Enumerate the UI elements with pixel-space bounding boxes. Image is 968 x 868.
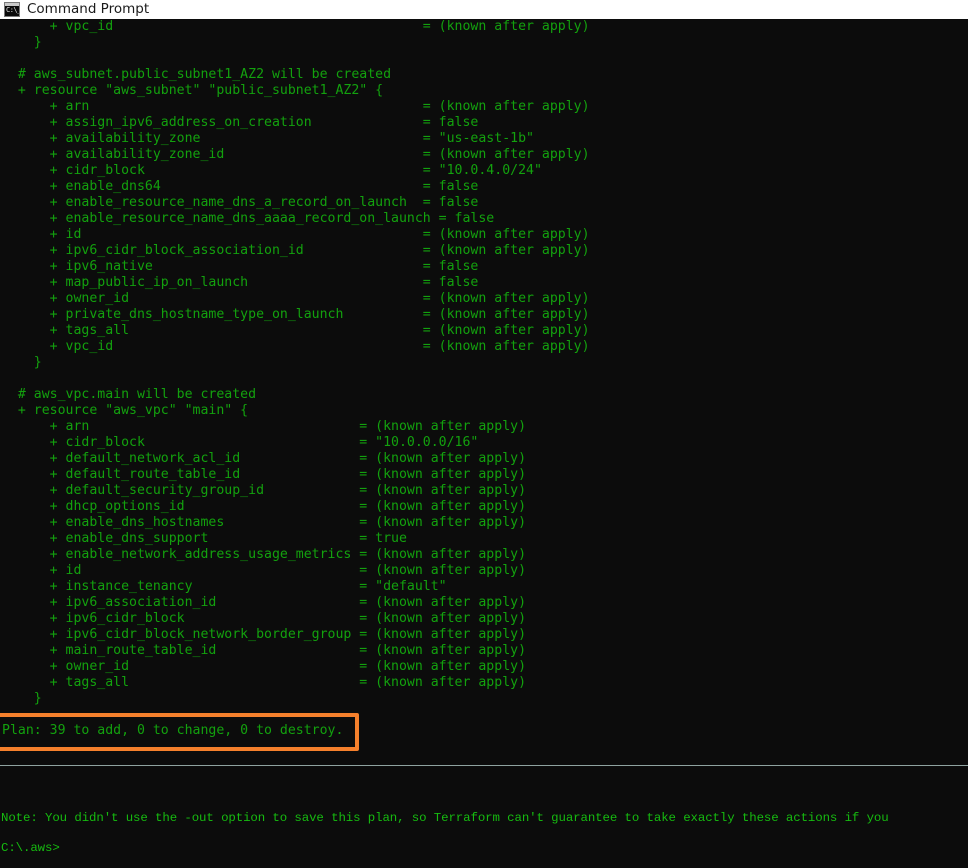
terminal-line: + availability_zone = "us-east-1b" — [2, 131, 534, 146]
terminal-line: + owner_id = (known after apply) — [2, 291, 590, 306]
terminal-line: + default_network_acl_id = (known after … — [2, 451, 527, 466]
terraform-note-line: Note: You didn't use the -out option to … — [1, 811, 889, 825]
terminal-line: + default_route_table_id = (known after … — [2, 467, 527, 482]
terminal-line: + enable_resource_name_dns_aaaa_record_o… — [2, 211, 495, 226]
terminal-line: + enable_network_address_usage_metrics =… — [2, 547, 527, 562]
terraform-plan-output: + vpc_id = (known after apply) } # aws_s… — [0, 19, 968, 723]
terminal-line: + tags_all = (known after apply) — [2, 675, 527, 690]
terminal-line: + private_dns_hostname_type_on_launch = … — [2, 307, 590, 322]
terminal-line: # aws_subnet.public_subnet1_AZ2 will be … — [2, 67, 392, 82]
terminal-line: + enable_resource_name_dns_a_record_on_l… — [2, 195, 479, 210]
terminal-line: + tags_all = (known after apply) — [2, 323, 590, 338]
terminal-line: + ipv6_cidr_block_association_id = (know… — [2, 243, 590, 258]
terminal-console[interactable]: + vpc_id = (known after apply) } # aws_s… — [0, 19, 968, 868]
terminal-line: + instance_tenancy = "default" — [2, 579, 447, 594]
terminal-line: + ipv6_native = false — [2, 259, 479, 274]
command-prompt-icon: C:\_ — [4, 2, 20, 17]
terminal-line: + resource "aws_subnet" "public_subnet1_… — [2, 83, 384, 98]
terminal-line: + owner_id = (known after apply) — [2, 659, 527, 674]
terminal-line: + vpc_id = (known after apply) — [2, 339, 590, 354]
terminal-line: } — [2, 355, 42, 370]
terminal-line: + main_route_table_id = (known after app… — [2, 643, 527, 658]
terminal-line: + cidr_block = "10.0.4.0/24" — [2, 163, 542, 178]
terminal-line: + dhcp_options_id = (known after apply) — [2, 499, 527, 514]
terminal-line: + vpc_id = (known after apply) — [2, 19, 590, 34]
terminal-line: + resource "aws_vpc" "main" { — [2, 403, 249, 418]
terminal-line: + assign_ipv6_address_on_creation = fals… — [2, 115, 479, 130]
terminal-line: + availability_zone_id = (known after ap… — [2, 147, 590, 162]
icon-prompt-glyph: C:\_ — [6, 6, 20, 14]
window-title-bar: C:\_ Command Prompt — [0, 0, 968, 19]
shell-prompt[interactable]: C:\.aws> — [0, 840, 968, 856]
plan-summary-line: Plan: 39 to add, 0 to change, 0 to destr… — [2, 723, 344, 738]
terminal-line: + ipv6_cidr_block_network_border_group =… — [2, 627, 527, 642]
terminal-line: + arn = (known after apply) — [2, 419, 527, 434]
terminal-line: + cidr_block = "10.0.0.0/16" — [2, 435, 479, 450]
terminal-line: } — [2, 35, 42, 50]
terminal-line: + map_public_ip_on_launch = false — [2, 275, 479, 290]
terminal-line: + id = (known after apply) — [2, 227, 590, 242]
terminal-line: + enable_dns64 = false — [2, 179, 479, 194]
terminal-line: + arn = (known after apply) — [2, 99, 590, 114]
output-divider — [0, 765, 968, 766]
terminal-line: + enable_dns_support = true — [2, 531, 407, 546]
terminal-line: + enable_dns_hostnames = (known after ap… — [2, 515, 527, 530]
terminal-line: # aws_vpc.main will be created — [2, 387, 257, 402]
terminal-line: + ipv6_association_id = (known after app… — [2, 595, 527, 610]
terminal-line: } — [2, 691, 42, 706]
window-title-text: Command Prompt — [27, 1, 150, 17]
terminal-line: + ipv6_cidr_block = (known after apply) — [2, 611, 527, 626]
terminal-line: + default_security_group_id = (known aft… — [2, 483, 527, 498]
terminal-line: + id = (known after apply) — [2, 563, 527, 578]
